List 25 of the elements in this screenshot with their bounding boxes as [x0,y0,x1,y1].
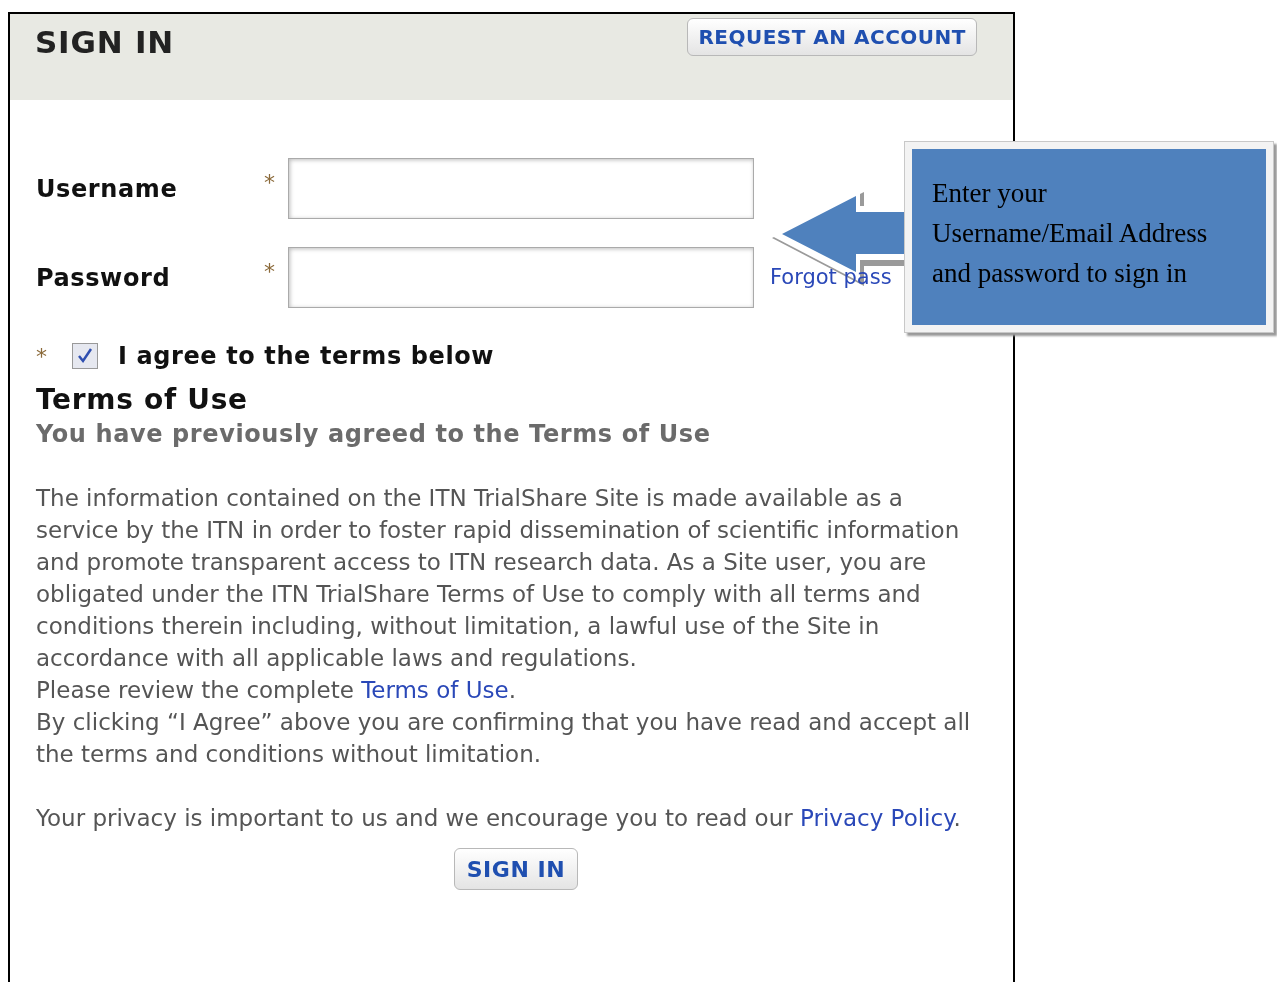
callout-text: and password to sign in [932,257,1188,290]
request-account-button[interactable]: REQUEST AN ACCOUNT [687,18,977,56]
terms-subheading: You have previously agreed to the Terms of Use [36,419,712,450]
required-mark: * [36,342,48,371]
callout-text: Username/Email Address [932,217,1209,250]
agree-checkbox[interactable] [72,343,98,369]
sign-in-button[interactable]: SIGN IN [453,848,579,890]
privacy-policy-link[interactable]: Privacy Policy [800,805,954,831]
checkmark-icon [76,347,94,365]
terms-paragraph: The information contained on the ITN TrialShare Site is made available as a service by the ITN in order to foster rapid dissemination of scientific information and promote transparent access to ITN research data. As a Site user, you are obligated under the ITN TrialShare Terms of Use to comply with all terms and conditions therein including, without limitation, a lawful use of the Site in accordance with all applicable laws and regulations. [36,484,961,673]
required-mark: * [264,169,276,197]
agreement-paragraph: By clicking “I Agree” above you are confirming that you have read and accept all the terms and conditions without limitation. [36,708,972,769]
field-label: Password [36,262,172,294]
input-field[interactable] [288,158,754,219]
privacy-sentence: Your privacy is important to us and we encourage you to read our Privacy Policy. [36,804,962,833]
input-field[interactable] [288,247,754,308]
forgot-password-link[interactable]: Forgot pass [770,261,892,294]
agree-label: I agree to the terms below [118,341,495,372]
field-label: Username [36,173,179,205]
review-sentence: Please review the complete Terms of Use. [36,676,517,705]
terms-heading: Terms of Use [36,382,249,418]
required-mark: * [264,258,276,286]
terms-link[interactable]: Terms of Use [361,677,509,703]
callout-text: Enter your [932,177,1048,210]
page-title: SIGN IN [35,23,174,62]
